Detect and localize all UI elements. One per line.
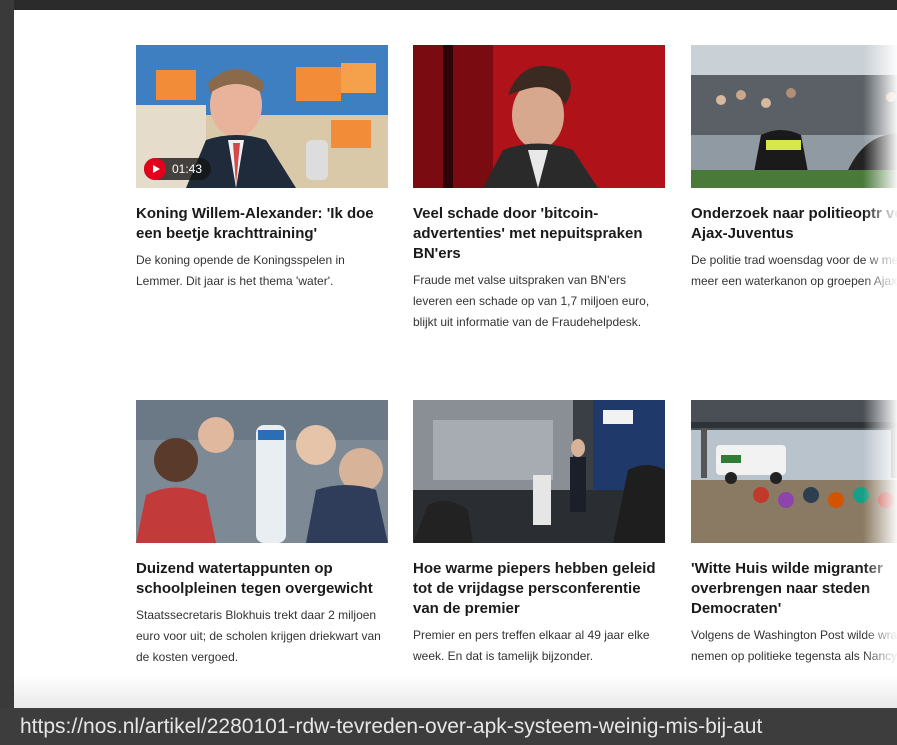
article-image-5[interactable] (413, 400, 665, 543)
bn-er-photo (413, 45, 665, 188)
article-title[interactable]: 'Witte Huis wilde migranter overbrengen … (691, 559, 897, 619)
article-description: Fraude met valse uitspraken van BN'ers l… (413, 273, 650, 329)
article-title[interactable]: Koning Willem-Alexander: 'Ik doe een bee… (136, 204, 388, 244)
window-frame-left (0, 0, 14, 745)
article-grid: 01:43 Koning Willem-Alexander: 'Ik doe e… (14, 10, 897, 745)
police-photo (691, 45, 897, 188)
press-conference-photo (413, 400, 665, 543)
article-card-6[interactable]: 'Witte Huis wilde migranter overbrengen … (691, 400, 897, 667)
article-description: De politie trad woensdag voor de w met o… (691, 253, 897, 288)
play-icon (144, 158, 166, 180)
article-title[interactable]: Veel schade door 'bitcoin-advertenties' … (413, 204, 665, 264)
water-tap-photo (136, 400, 388, 543)
article-title[interactable]: Duizend watertappunten op schoolpleinen … (136, 559, 388, 599)
article-image-1[interactable]: 01:43 (136, 45, 388, 188)
article-card-4[interactable]: Duizend watertappunten op schoolpleinen … (136, 400, 388, 668)
article-image-2[interactable] (413, 45, 665, 188)
article-description: Volgens de Washington Post wilde wraak n… (691, 628, 897, 663)
browser-top-bar (0, 0, 897, 10)
video-duration: 01:43 (172, 162, 203, 176)
article-card-3[interactable]: Onderzoek naar politieoptr voor Ajax-Juv… (691, 45, 897, 292)
article-description: Premier en pers treffen elkaar al 49 jaa… (413, 628, 650, 663)
article-card-1[interactable]: 01:43 Koning Willem-Alexander: 'Ik doe e… (136, 45, 388, 292)
article-title[interactable]: Onderzoek naar politieoptr voor Ajax-Juv… (691, 204, 897, 244)
article-image-3[interactable] (691, 45, 897, 188)
link-preview-status-bar: https://nos.nl/artikel/2280101-rdw-tevre… (0, 708, 897, 745)
article-title[interactable]: Hoe warme piepers hebben geleid tot de v… (413, 559, 665, 619)
article-card-2[interactable]: Veel schade door 'bitcoin-advertenties' … (413, 45, 665, 333)
article-image-4[interactable] (136, 400, 388, 543)
article-description: Staatssecretaris Blokhuis trekt daar 2 m… (136, 608, 381, 664)
article-image-6[interactable] (691, 400, 897, 543)
video-duration-badge[interactable]: 01:43 (144, 158, 212, 180)
article-description: De koning opende de Koningsspelen in Lem… (136, 253, 345, 288)
status-shadow (14, 676, 897, 712)
migrants-photo (691, 400, 897, 543)
article-card-5[interactable]: Hoe warme piepers hebben geleid tot de v… (413, 400, 665, 667)
